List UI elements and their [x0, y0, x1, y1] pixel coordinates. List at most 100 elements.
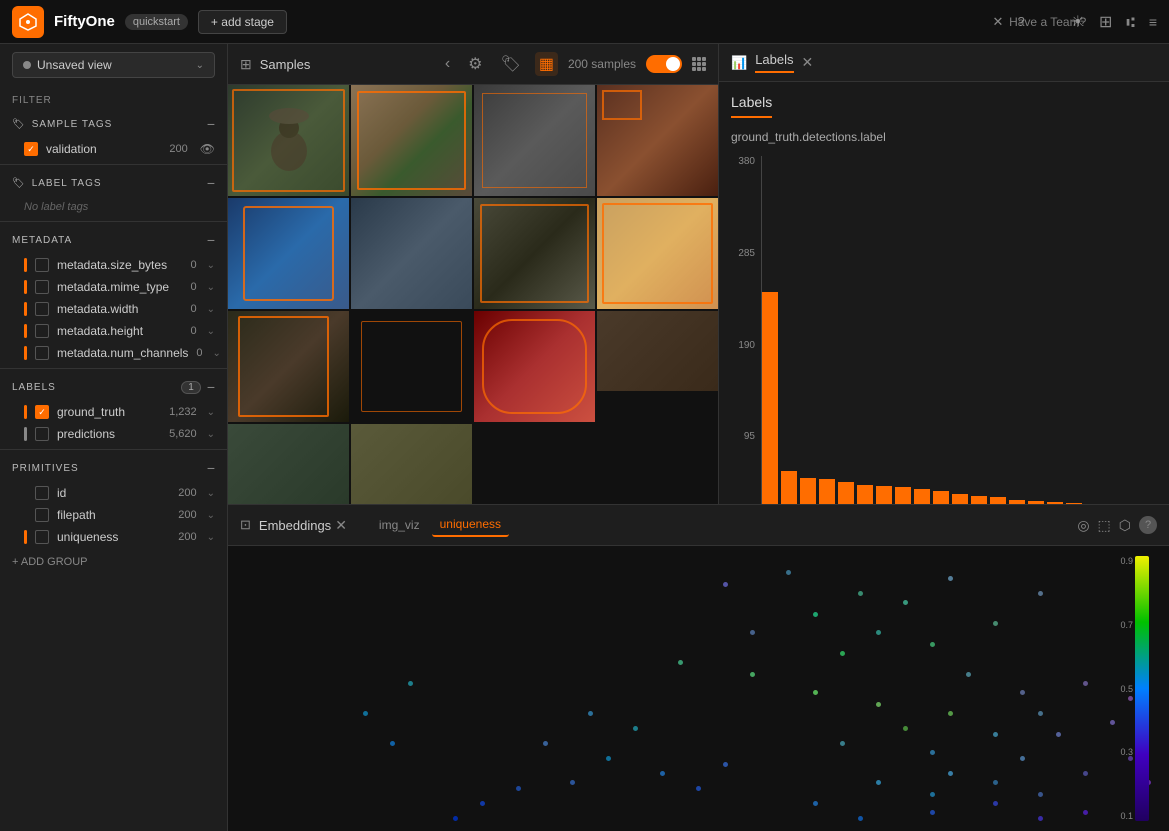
grid-cell-3[interactable] [474, 85, 595, 196]
scatter-dot-16[interactable] [948, 711, 953, 716]
toggle-switch[interactable] [646, 55, 682, 73]
scatter-dot-23[interactable] [966, 672, 971, 677]
scatter-dot-32[interactable] [993, 780, 998, 785]
uniqueness-checkbox[interactable] [35, 530, 49, 544]
grid-cell-12[interactable] [597, 311, 718, 391]
scatter-dot-28[interactable] [1020, 756, 1025, 761]
scatter-dot-46[interactable] [633, 726, 638, 731]
scatter-dot-42[interactable] [993, 801, 998, 806]
predictions-arrow[interactable]: ⌄ [207, 429, 215, 440]
grid-cell-10[interactable] [351, 311, 472, 422]
tab-uniqueness[interactable]: uniqueness [432, 513, 509, 537]
bar-cow[interactable] [1028, 501, 1044, 504]
color-icon[interactable]: ⬡ [1119, 517, 1131, 534]
scatter-dot-44[interactable] [1083, 810, 1088, 815]
metadata-channels-item[interactable]: metadata.num_channels 0 ⌄ [0, 342, 227, 364]
scatter-dot-45[interactable] [588, 711, 593, 716]
mime-arrow[interactable]: ⌄ [207, 282, 215, 293]
scatter-dot-48[interactable] [660, 771, 665, 776]
scatter-dot-30[interactable] [876, 780, 881, 785]
ground-truth-item[interactable]: ground_truth 1,232 ⌄ [0, 401, 227, 423]
channels-arrow[interactable]: ⌄ [213, 348, 221, 359]
close-icon[interactable]: ✕ [993, 14, 1004, 30]
bar-car[interactable] [800, 478, 816, 504]
grid-cell-8[interactable] [597, 198, 718, 309]
bar-carrot[interactable] [838, 482, 854, 504]
filepath-checkbox[interactable] [35, 508, 49, 522]
grid-cell-5[interactable] [228, 198, 349, 309]
scatter-dot-51[interactable] [543, 741, 548, 746]
scatter-plot[interactable] [228, 546, 1169, 831]
scatter-dot-3[interactable] [813, 612, 818, 617]
size-checkbox[interactable] [35, 258, 49, 272]
menu-icon[interactable]: ≡ [1149, 14, 1157, 30]
filepath-arrow[interactable]: ⌄ [207, 510, 215, 521]
primitives-collapse[interactable]: − [207, 460, 215, 476]
grid-cell-7[interactable] [474, 198, 595, 309]
samples-tag-button[interactable]: 🏷 [497, 52, 525, 76]
bar-kite[interactable] [781, 471, 797, 504]
bar-truck[interactable] [1066, 503, 1082, 504]
scatter-dot-58[interactable] [363, 711, 368, 716]
labels-section-header[interactable]: LABELS 1 − [0, 373, 227, 401]
id-item[interactable]: id 200 ⌄ [0, 482, 227, 504]
unsaved-view-selector[interactable]: Unsaved view ⌄ [12, 52, 215, 78]
labels-tab[interactable]: Labels [755, 52, 793, 73]
scatter-dot-54[interactable] [480, 801, 485, 806]
toggle-track[interactable] [646, 55, 682, 73]
samples-settings-button[interactable]: ⚙ [464, 52, 486, 76]
bar-airplane[interactable] [933, 491, 949, 504]
scatter-dot-7[interactable] [876, 630, 881, 635]
bar-bench[interactable] [1009, 500, 1025, 504]
scatter-dot-53[interactable] [516, 786, 521, 791]
scatter-dot-33[interactable] [1038, 792, 1043, 797]
scatter-dot-14[interactable] [813, 690, 818, 695]
bar-person[interactable] [762, 292, 778, 504]
scatter-dot-0[interactable] [723, 582, 728, 587]
bar-surfboard[interactable] [895, 487, 911, 504]
scatter-dot-12[interactable] [678, 660, 683, 665]
bar-bird[interactable] [819, 479, 835, 504]
width-arrow[interactable]: ⌄ [207, 304, 215, 315]
scatter-dot-17[interactable] [903, 726, 908, 731]
metadata-mime-item[interactable]: metadata.mime_type 0 ⌄ [0, 276, 227, 298]
size-arrow[interactable]: ⌄ [207, 260, 215, 271]
scatter-dot-39[interactable] [813, 801, 818, 806]
scatter-dot-20[interactable] [993, 732, 998, 737]
bar-dog[interactable] [857, 485, 873, 504]
metadata-height-item[interactable]: metadata.height 0 ⌄ [0, 320, 227, 342]
scatter-dot-1[interactable] [786, 570, 791, 575]
height-arrow[interactable]: ⌄ [207, 326, 215, 337]
height-checkbox[interactable] [35, 324, 49, 338]
scatter-dot-15[interactable] [876, 702, 881, 707]
metadata-collapse[interactable]: − [207, 232, 215, 248]
grid-cell-13[interactable] [228, 424, 349, 504]
grid-cell-6[interactable] [351, 198, 472, 309]
scatter-dot-8[interactable] [993, 621, 998, 626]
scatter-dot-6[interactable] [750, 630, 755, 635]
target-icon[interactable]: ◎ [1077, 517, 1089, 534]
metadata-section-header[interactable]: METADATA − [0, 226, 227, 254]
id-arrow[interactable]: ⌄ [207, 488, 215, 499]
bar-traffic-light[interactable] [914, 489, 930, 504]
label-tags-collapse[interactable]: − [207, 175, 215, 191]
validation-checkbox[interactable] [24, 142, 38, 156]
help-emb-icon[interactable]: ? [1139, 516, 1157, 534]
scatter-dot-5[interactable] [948, 576, 953, 581]
uniqueness-item[interactable]: uniqueness 200 ⌄ [0, 526, 227, 548]
scatter-dot-59[interactable] [390, 741, 395, 746]
scatter-dot-10[interactable] [930, 642, 935, 647]
validation-tag-item[interactable]: validation 200 👁 [0, 138, 227, 160]
scatter-dot-18[interactable] [840, 741, 845, 746]
embeddings-close[interactable]: ✕ [335, 517, 347, 534]
scatter-dot-4[interactable] [903, 600, 908, 605]
bar-chair[interactable] [990, 497, 1006, 504]
scatter-dot-19[interactable] [930, 750, 935, 755]
scatter-dot-50[interactable] [696, 786, 701, 791]
grid-cell-14[interactable] [351, 424, 472, 504]
select-icon[interactable]: ⬚ [1098, 517, 1111, 534]
image-grid[interactable] [228, 85, 718, 504]
scatter-dot-27[interactable] [1056, 732, 1061, 737]
eye-icon[interactable]: 👁 [200, 142, 215, 156]
scatter-dot-40[interactable] [858, 816, 863, 821]
